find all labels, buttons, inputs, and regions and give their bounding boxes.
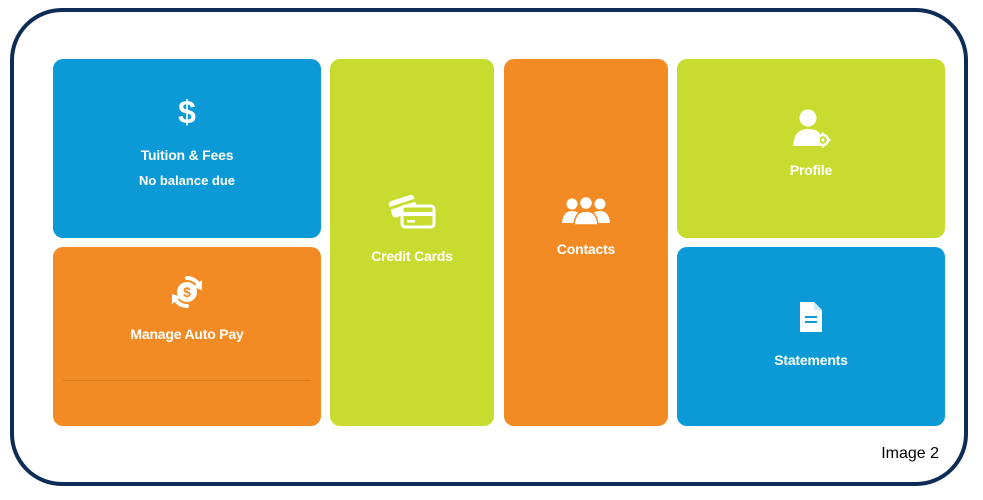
contacts-label: Contacts bbox=[556, 240, 616, 257]
profile-settings-icon bbox=[793, 109, 831, 147]
credit-cards-icon bbox=[388, 194, 436, 228]
profile-tile[interactable]: Profile bbox=[677, 59, 945, 238]
statements-label: Statements bbox=[774, 351, 848, 368]
manage-auto-pay-tile[interactable]: $ Manage Auto Pay bbox=[53, 247, 321, 426]
statements-tile[interactable]: Statements bbox=[677, 247, 945, 426]
credit-cards-label: Credit Cards bbox=[371, 247, 453, 264]
manage-auto-pay-label: Manage Auto Pay bbox=[130, 325, 244, 342]
image-caption: Image 2 bbox=[881, 445, 939, 462]
document-icon bbox=[800, 301, 822, 332]
contacts-tile[interactable]: Contacts bbox=[504, 59, 668, 426]
profile-label: Profile bbox=[789, 161, 833, 178]
divider bbox=[63, 380, 311, 381]
svg-text:$: $ bbox=[183, 284, 191, 300]
tuition-fees-tile[interactable]: $ Tuition & Fees No balance due bbox=[53, 59, 321, 238]
auto-pay-icon: $ bbox=[172, 275, 202, 308]
svg-text:$: $ bbox=[178, 95, 196, 129]
tuition-fees-label: Tuition & Fees bbox=[140, 147, 234, 163]
balance-status: No balance due bbox=[138, 173, 236, 188]
credit-cards-tile[interactable]: Credit Cards bbox=[330, 59, 494, 426]
contacts-group-icon bbox=[562, 195, 610, 226]
dollar-sign-icon: $ bbox=[178, 95, 196, 129]
